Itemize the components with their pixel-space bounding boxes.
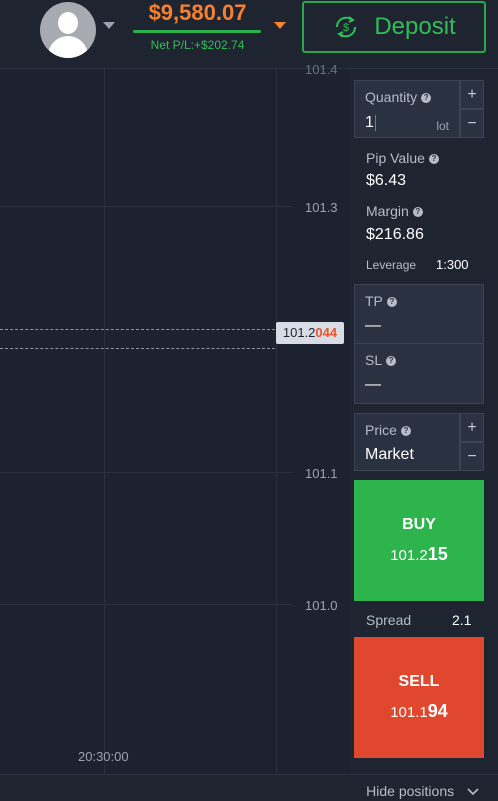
help-icon[interactable]: ? [400, 426, 411, 437]
balance-dropdown-caret-icon[interactable] [274, 22, 286, 29]
margin-label: Margin [366, 203, 409, 219]
sl-value: — [365, 376, 381, 393]
bid-price-line [0, 329, 275, 330]
y-axis-tick: 101.3 [305, 200, 338, 215]
order-panel: Quantity? 1 lot + − Pip Value? $6.43 Mar… [350, 69, 498, 774]
balance-underline [133, 30, 261, 33]
buy-price-prefix: 101.2 [390, 547, 428, 564]
deposit-button[interactable]: $ Deposit [302, 1, 486, 53]
spread-label: Spread [366, 612, 412, 628]
plus-icon: + [467, 419, 477, 436]
quantity-value: 1 [365, 114, 374, 131]
x-axis-tick: 20:30:00 [78, 749, 129, 764]
quantity-input[interactable]: 1 [365, 114, 376, 132]
current-price-suffix: 044 [315, 325, 338, 340]
plus-icon: + [467, 86, 477, 103]
sl-label-row: SL? [365, 352, 397, 368]
hide-positions-button[interactable]: Hide positions [366, 783, 480, 799]
avatar-icon[interactable] [40, 2, 96, 58]
bottom-bar: Hide positions [0, 774, 498, 801]
price-plus-button[interactable]: + [460, 413, 484, 442]
avatar-head [58, 12, 78, 34]
sell-label: SELL [398, 673, 440, 690]
quantity-label: Quantity [365, 89, 418, 105]
margin-value: $216.86 [366, 226, 424, 243]
y-axis-tick: 101.0 [305, 598, 338, 613]
take-profit-field[interactable]: TP? — [354, 284, 484, 344]
net-pl: Net P/L:+$202.74 [150, 38, 245, 52]
price-label-row: Price? [365, 422, 411, 438]
tp-label-row: TP? [365, 293, 397, 309]
help-icon[interactable]: ? [421, 93, 432, 104]
sell-price: 101.194 [354, 701, 484, 722]
quantity-label-row: Quantity? [365, 89, 432, 105]
quantity-minus-button[interactable]: − [460, 109, 484, 138]
pip-value: $6.43 [366, 172, 407, 189]
current-price-tag: 101.2044 [276, 322, 344, 344]
grid-line-vertical [276, 69, 277, 774]
current-price-prefix: 101.2 [282, 325, 316, 340]
sell-price-prefix: 101.1 [390, 704, 428, 721]
grid-line-horizontal [0, 604, 292, 605]
tp-label: TP [365, 293, 383, 309]
tp-value: — [365, 317, 381, 334]
avatar-body [48, 36, 88, 58]
text-cursor [374, 114, 376, 131]
buy-price-suffix: 15 [427, 544, 448, 564]
leverage-value: 1:300 [436, 257, 469, 272]
y-axis-tick: 101.1 [305, 466, 338, 481]
pip-value-label: Pip Value [366, 150, 425, 166]
grid-line-horizontal [0, 472, 292, 473]
hide-positions-label: Hide positions [366, 783, 455, 799]
spread-value: 2.1 [452, 612, 472, 628]
grid-line-horizontal [0, 206, 292, 207]
sell-price-suffix: 94 [427, 701, 448, 721]
buy-price: 101.215 [354, 544, 484, 565]
leverage-label: Leverage [366, 258, 417, 272]
account-dropdown-caret-icon[interactable] [103, 22, 115, 29]
deposit-currency-icon: $ [336, 16, 357, 38]
grid-line-vertical [104, 69, 105, 774]
buy-label: BUY [402, 516, 436, 533]
deposit-label: Deposit [374, 13, 456, 40]
quantity-unit: lot [436, 119, 449, 133]
buy-button[interactable]: BUY 101.215 [354, 480, 484, 601]
price-minus-button[interactable]: − [460, 442, 484, 471]
price-type-field[interactable]: Price? Market [354, 413, 460, 471]
price-value: Market [365, 446, 414, 463]
sl-label: SL [365, 352, 383, 368]
ask-price-line [0, 348, 275, 349]
help-icon[interactable]: ? [386, 356, 397, 367]
svg-text:$: $ [343, 22, 349, 34]
margin-label-row: Margin? [366, 203, 423, 219]
price-label: Price [365, 422, 397, 438]
quantity-plus-button[interactable]: + [460, 80, 484, 109]
sell-button[interactable]: SELL 101.194 [354, 637, 484, 758]
top-bar: $9,580.07 Net P/L:+$202.74 $ Deposit [0, 0, 498, 69]
stop-loss-field[interactable]: SL? — [354, 344, 484, 404]
help-icon[interactable]: ? [412, 207, 423, 218]
help-icon[interactable]: ? [428, 154, 439, 165]
help-icon[interactable]: ? [386, 297, 397, 308]
pip-value-label-row: Pip Value? [366, 150, 439, 166]
quantity-field[interactable]: Quantity? 1 lot [354, 80, 460, 138]
price-chart[interactable]: 101.4 101.3 101.1 101.0 101.2044 20:30:0… [0, 62, 350, 774]
account-balance[interactable]: $9,580.07 [130, 0, 265, 26]
chevron-down-icon [467, 788, 479, 796]
minus-icon: − [467, 115, 477, 132]
y-axis-tick: 101.4 [305, 62, 338, 77]
minus-icon: − [467, 448, 477, 465]
